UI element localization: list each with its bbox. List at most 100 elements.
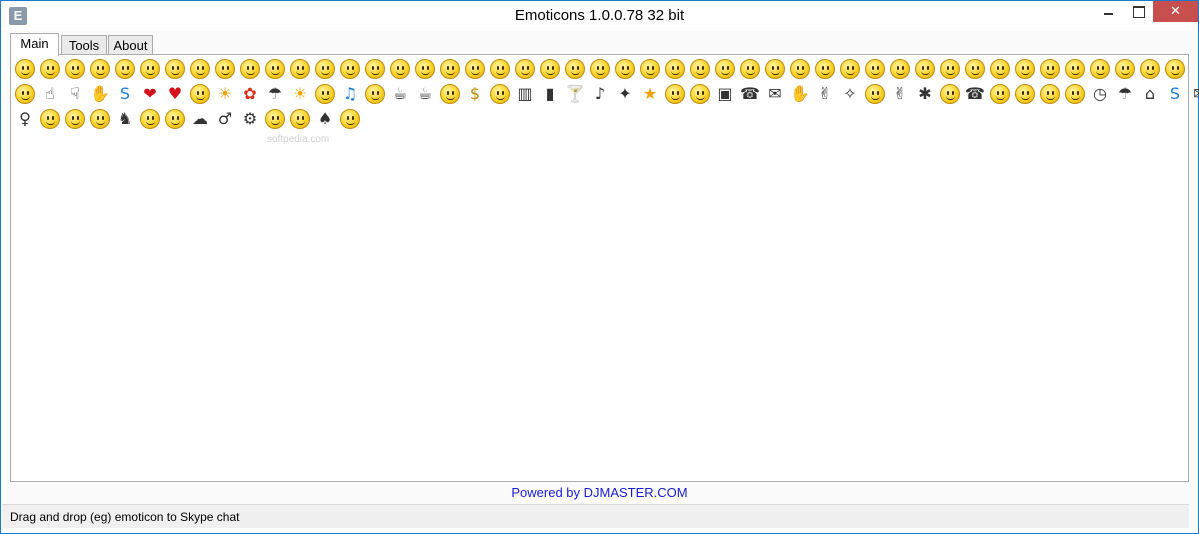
emoticon-call-icon[interactable] xyxy=(739,58,761,80)
emoticon-rain2-icon[interactable]: ☂ xyxy=(1114,83,1136,105)
emoticon-tongue-icon[interactable] xyxy=(264,58,286,80)
emoticon-phone-icon[interactable]: ☎ xyxy=(739,83,761,105)
emoticon-muscle-icon[interactable] xyxy=(489,83,511,105)
emoticon-happy-icon[interactable] xyxy=(1064,58,1086,80)
maximize-button[interactable] xyxy=(1123,1,1153,22)
powered-by-link[interactable]: Powered by DJMASTER.COM xyxy=(10,483,1189,503)
emoticon-skype-icon[interactable]: S xyxy=(114,83,136,105)
close-button[interactable]: ✕ xyxy=(1153,1,1198,22)
emoticon-mmm-icon[interactable] xyxy=(639,58,661,80)
emoticon-time-icon[interactable] xyxy=(689,83,711,105)
emoticon-party-icon[interactable] xyxy=(589,58,611,80)
emoticon-woman-icon[interactable]: ♀ xyxy=(14,108,36,130)
emoticon-bow2-icon[interactable] xyxy=(314,83,336,105)
emoticon-nod-icon[interactable] xyxy=(1114,58,1136,80)
emoticon-think-icon[interactable] xyxy=(964,58,986,80)
emoticon-bandit-icon[interactable] xyxy=(264,108,286,130)
emoticon-worried-icon[interactable] xyxy=(614,58,636,80)
tab-main[interactable]: Main xyxy=(10,33,59,56)
emoticon-inlove-icon[interactable] xyxy=(389,58,411,80)
emoticon-sun-icon[interactable]: ☀ xyxy=(289,83,311,105)
emoticon-hi-icon[interactable] xyxy=(714,58,736,80)
emoticon-kiss-icon[interactable] xyxy=(239,58,261,80)
emoticon-mail2-icon[interactable]: ✉ xyxy=(1189,83,1199,105)
emoticon-bow-icon[interactable] xyxy=(989,58,1011,80)
emoticon-bug-icon[interactable]: ✱ xyxy=(914,83,936,105)
emoticon-rain-icon[interactable]: ☂ xyxy=(264,83,286,105)
emoticon-music-icon[interactable]: ♫ xyxy=(339,83,361,105)
emoticon-nerd2-icon[interactable] xyxy=(39,108,61,130)
emoticon-cake-icon[interactable]: ▥ xyxy=(514,83,536,105)
emoticon-clap-icon[interactable] xyxy=(939,58,961,80)
emoticon-pizza-icon[interactable] xyxy=(439,83,461,105)
minimize-button[interactable] xyxy=(1093,1,1123,22)
emoticon-wink-icon[interactable] xyxy=(139,58,161,80)
emoticon-whew-icon[interactable] xyxy=(1039,58,1061,80)
emoticon-skype2-icon[interactable]: S xyxy=(1164,83,1186,105)
emoticon-monkey-icon[interactable] xyxy=(189,83,211,105)
emoticon-dog-icon[interactable]: ♞ xyxy=(114,108,136,130)
emoticon-idea-icon[interactable]: ✧ xyxy=(839,83,861,105)
emoticon-smirk-icon[interactable] xyxy=(1089,58,1111,80)
emoticon-envy-icon[interactable] xyxy=(814,58,836,80)
emoticon-dance-icon[interactable]: ♪ xyxy=(589,83,611,105)
emoticon-sad-icon[interactable] xyxy=(39,58,61,80)
emoticon-brokenheart-icon[interactable]: ♥ xyxy=(164,83,186,105)
emoticon-cat-icon[interactable]: ♠ xyxy=(314,108,336,130)
emoticon-cash-icon[interactable]: $ xyxy=(464,83,486,105)
emoticon-speechless2-icon[interactable] xyxy=(1064,83,1086,105)
emoticon-giggle-icon[interactable] xyxy=(914,58,936,80)
emoticon-mug-icon[interactable]: ☕ xyxy=(414,83,436,105)
tab-about[interactable]: About xyxy=(108,35,153,55)
emoticon-emo-icon[interactable] xyxy=(14,83,36,105)
emoticon-movie-icon[interactable]: ▣ xyxy=(714,83,736,105)
emoticon-angel-icon[interactable] xyxy=(789,58,811,80)
emoticon-clock-icon[interactable]: ◷ xyxy=(1089,83,1111,105)
emoticon-blush-icon[interactable] xyxy=(289,58,311,80)
emoticon-mail-icon[interactable]: ✉ xyxy=(764,83,786,105)
emoticon-rofl-icon[interactable] xyxy=(1014,58,1036,80)
tab-tools[interactable]: Tools xyxy=(61,35,107,55)
emoticon-heidy-icon[interactable] xyxy=(1014,83,1036,105)
emoticon-angry-icon[interactable] xyxy=(539,58,561,80)
emoticon-wasntme-icon[interactable] xyxy=(564,58,586,80)
emoticon-beer-icon[interactable]: ▮ xyxy=(539,83,561,105)
emoticon-lalala-icon[interactable] xyxy=(989,83,1011,105)
emoticon-puke-icon[interactable] xyxy=(489,58,511,80)
emoticon-doh-icon[interactable] xyxy=(514,58,536,80)
emoticon-grin-icon[interactable] xyxy=(414,58,436,80)
emoticon-handshake-icon[interactable]: ✋ xyxy=(89,83,111,105)
emoticon-flower-icon[interactable]: ✿ xyxy=(239,83,261,105)
emoticon-heart-icon[interactable]: ❤ xyxy=(139,83,161,105)
emoticon-man2-icon[interactable]: ♂ xyxy=(214,108,236,130)
emoticon-headbang-icon[interactable] xyxy=(64,108,86,130)
emoticon-bike-icon[interactable]: ⚙ xyxy=(239,108,261,130)
emoticon-phone2-icon[interactable]: ☎ xyxy=(964,83,986,105)
emoticon-cry-icon[interactable] xyxy=(164,58,186,80)
emoticon-sweat-icon[interactable] xyxy=(189,58,211,80)
emoticon-yawn-icon[interactable] xyxy=(464,58,486,80)
emoticon-drunk-icon[interactable] xyxy=(864,83,886,105)
emoticon-coffee-icon[interactable]: ☕ xyxy=(389,83,411,105)
emoticon-yes-icon[interactable]: ☝ xyxy=(39,83,61,105)
emoticon-no-icon[interactable]: ☟ xyxy=(64,83,86,105)
emoticon-hug-icon[interactable]: ✋ xyxy=(789,83,811,105)
emoticon-captain-icon[interactable] xyxy=(139,108,161,130)
emoticon-star-icon[interactable]: ★ xyxy=(639,83,661,105)
emoticon-sunny-icon[interactable]: ☀ xyxy=(214,83,236,105)
emoticon-oliver-icon[interactable] xyxy=(289,108,311,130)
emoticon-shake-icon[interactable] xyxy=(1139,58,1161,80)
emoticon-ninja2-icon[interactable] xyxy=(339,108,361,130)
emoticon-wait-icon[interactable] xyxy=(839,58,861,80)
emoticon-rock-icon[interactable]: ✌ xyxy=(814,83,836,105)
emoticon-laugh-icon[interactable] xyxy=(64,58,86,80)
emoticon-smile-icon[interactable] xyxy=(14,58,36,80)
emoticon-speechless-icon[interactable] xyxy=(214,58,236,80)
emoticon-home-icon[interactable]: ⌂ xyxy=(1139,83,1161,105)
emoticon-sleepy-icon[interactable] xyxy=(339,58,361,80)
emoticon-talk-icon[interactable] xyxy=(439,58,461,80)
emoticon-fingers-icon[interactable]: ✌ xyxy=(889,83,911,105)
emoticon-ninja-icon[interactable] xyxy=(364,83,386,105)
emoticon-devil-icon[interactable] xyxy=(764,58,786,80)
emoticon-talk2-icon[interactable] xyxy=(89,108,111,130)
